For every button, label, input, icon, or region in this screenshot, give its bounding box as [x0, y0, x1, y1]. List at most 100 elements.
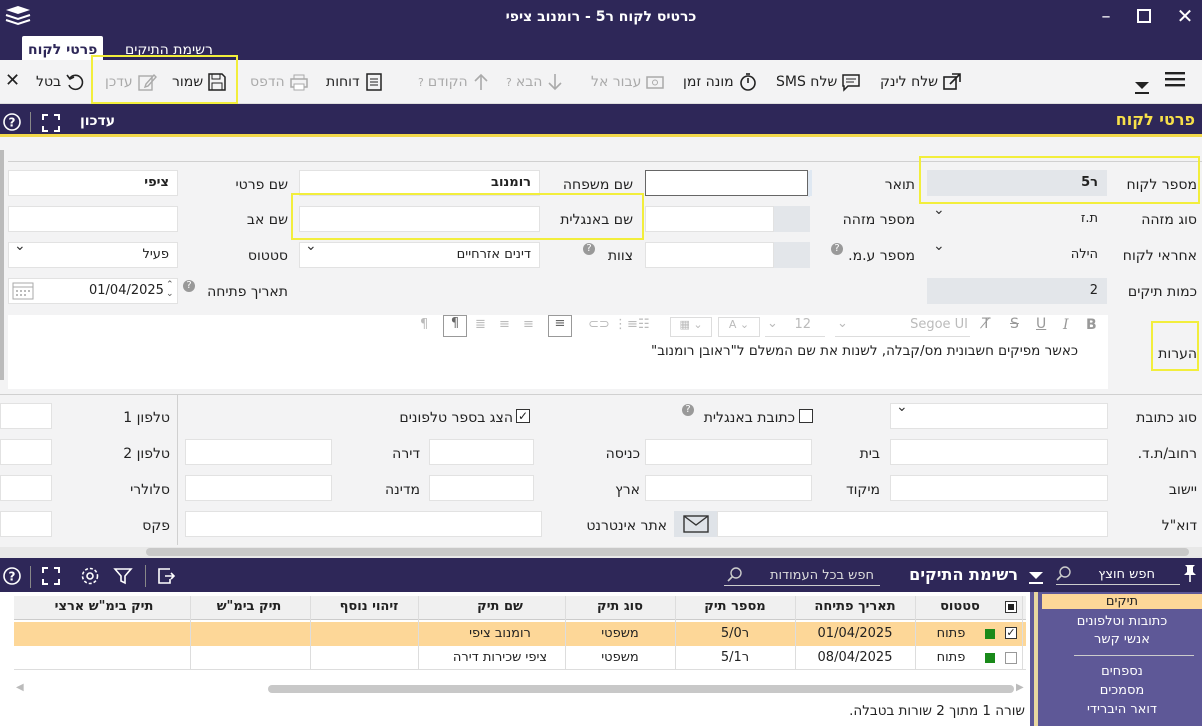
minimize-button[interactable]: –: [1095, 6, 1117, 27]
team-select[interactable]: דינים אזרחיים: [299, 238, 540, 268]
responsible-select[interactable]: הילה: [927, 238, 1107, 268]
reports-button[interactable]: דוחות: [326, 71, 384, 93]
mobile-field[interactable]: [0, 475, 52, 501]
bullet-list-icon[interactable]: ☷: [638, 317, 650, 332]
help-icon[interactable]: ?: [583, 243, 595, 255]
align-center-icon[interactable]: ≡: [523, 317, 534, 332]
help-icon[interactable]: ?: [831, 243, 843, 255]
bold-icon[interactable]: B: [1086, 317, 1097, 333]
font-size-select[interactable]: 12 ⌄: [765, 316, 825, 337]
pin-icon[interactable]: [1182, 563, 1198, 587]
side-item-documents[interactable]: מסמכים: [1042, 683, 1202, 698]
rtl-direction-icon[interactable]: ¶: [443, 315, 467, 337]
print-button[interactable]: הדפס: [250, 71, 309, 93]
side-item-cases[interactable]: תיקים: [1042, 594, 1202, 609]
phone1-field[interactable]: [0, 403, 52, 429]
col-national-court-case[interactable]: תיק בימ"ש ארצי: [24, 596, 184, 618]
country-field[interactable]: [429, 475, 534, 501]
send-sms-button[interactable]: שלח SMS: [776, 71, 861, 93]
english-address-checkbox[interactable]: [799, 409, 813, 423]
prev-button[interactable]: הקודם ?: [418, 71, 490, 93]
align-right-icon[interactable]: ≡: [548, 315, 572, 337]
search-icon[interactable]: [727, 567, 743, 587]
expand-icon[interactable]: [42, 567, 60, 589]
father-name-field[interactable]: [8, 206, 178, 232]
date-spinner-icon[interactable]: ⌃ ⌄: [166, 281, 174, 299]
side-item-addresses[interactable]: כתובות וטלפונים: [1042, 614, 1202, 629]
ltr-direction-icon[interactable]: ¶: [420, 317, 428, 332]
scroll-right-icon[interactable]: ▶: [1016, 682, 1024, 693]
english-name-field[interactable]: [299, 206, 540, 232]
next-button[interactable]: הבא ?: [506, 71, 564, 93]
underline-icon[interactable]: U: [1036, 316, 1046, 332]
export-icon[interactable]: [156, 566, 176, 590]
address-type-select[interactable]: [890, 399, 1108, 429]
status-select[interactable]: פעיל: [8, 238, 178, 268]
close-card-icon[interactable]: ✕: [5, 70, 20, 91]
align-left-icon[interactable]: ≡: [499, 317, 510, 332]
goto-button[interactable]: עבור אל: [591, 71, 665, 93]
font-family-select[interactable]: Segoe UI ⌄: [835, 316, 970, 337]
col-court-case[interactable]: תיק בימ"ש: [194, 596, 304, 618]
side-item-hybrid-mail[interactable]: דואר היברידי: [1042, 702, 1202, 717]
zip-field[interactable]: [645, 475, 812, 501]
timer-button[interactable]: מונה זמן: [683, 71, 758, 93]
send-link-button[interactable]: שלח לינק: [880, 71, 962, 93]
col-open-date[interactable]: תאריך פתיחה: [800, 596, 910, 618]
street-field[interactable]: [890, 439, 1108, 465]
title-field[interactable]: [645, 170, 808, 196]
settings-icon[interactable]: [80, 566, 100, 590]
highlight-color-select[interactable]: ▦ ⌄: [670, 317, 712, 337]
clear-format-icon[interactable]: T̸: [982, 316, 991, 332]
send-email-button[interactable]: [674, 511, 717, 537]
help-circle-icon[interactable]: ?: [2, 112, 22, 136]
help-icon[interactable]: ?: [682, 404, 694, 416]
help-circle-icon[interactable]: ?: [2, 566, 22, 590]
cancel-button[interactable]: בטל: [36, 71, 85, 93]
expand-icon[interactable]: [42, 114, 60, 136]
fax-field[interactable]: [0, 511, 52, 537]
strikethrough-icon[interactable]: S: [1010, 316, 1019, 332]
entrance-field[interactable]: [429, 439, 534, 465]
grid-scrollbar-thumb[interactable]: [268, 685, 1014, 693]
menu-icon[interactable]: [1165, 70, 1185, 92]
form-scroll-handle[interactable]: [0, 150, 4, 380]
state-field[interactable]: [185, 475, 332, 501]
italic-icon[interactable]: I: [1063, 317, 1069, 333]
col-case-name[interactable]: שם תיק: [440, 596, 560, 618]
numbered-list-icon[interactable]: ⋮≡: [614, 317, 638, 332]
city-field[interactable]: [890, 475, 1108, 501]
house-field[interactable]: [645, 439, 812, 465]
vat-field[interactable]: [645, 242, 774, 268]
form-scrollbar-thumb[interactable]: [146, 548, 1189, 556]
scroll-left-icon[interactable]: ◀: [16, 682, 24, 693]
side-item-attachments[interactable]: נספחים: [1042, 664, 1202, 679]
col-extra-id[interactable]: זיהוי נוסף: [314, 596, 424, 618]
filter-icon[interactable]: [113, 566, 133, 590]
col-case-number[interactable]: מספר תיק: [680, 596, 790, 618]
text-color-select[interactable]: A ⌄: [718, 317, 760, 337]
calendar-icon[interactable]: [12, 280, 34, 304]
collapse-dropdown-icon[interactable]: [1028, 570, 1044, 590]
update-button[interactable]: עדכן: [105, 71, 157, 93]
link-icon[interactable]: ⊂⊃: [588, 317, 610, 332]
side-item-contacts[interactable]: אנשי קשר: [1042, 632, 1202, 647]
col-status[interactable]: סטטוס: [920, 596, 1000, 618]
first-name-field[interactable]: ציפי: [8, 170, 178, 196]
close-window-button[interactable]: ✕: [1174, 4, 1196, 28]
help-icon[interactable]: ?: [183, 280, 195, 292]
id-type-select[interactable]: ת.ז: [927, 202, 1107, 232]
maximize-button[interactable]: [1137, 9, 1151, 23]
justify-icon[interactable]: ≣: [475, 317, 486, 332]
row-checkbox[interactable]: [1005, 652, 1017, 664]
phone2-field[interactable]: [0, 439, 52, 465]
save-button[interactable]: שמור: [172, 71, 227, 93]
show-in-phonebook-checkbox[interactable]: ✓: [516, 409, 530, 423]
website-field[interactable]: [185, 511, 542, 537]
side-panel-handle[interactable]: [1034, 592, 1038, 726]
id-number-field[interactable]: [645, 206, 774, 232]
toolbar-dropdown-icon[interactable]: [1133, 78, 1151, 100]
apartment-field[interactable]: [185, 439, 332, 465]
search-icon[interactable]: [1056, 566, 1072, 586]
col-case-type[interactable]: סוג תיק: [570, 596, 670, 618]
